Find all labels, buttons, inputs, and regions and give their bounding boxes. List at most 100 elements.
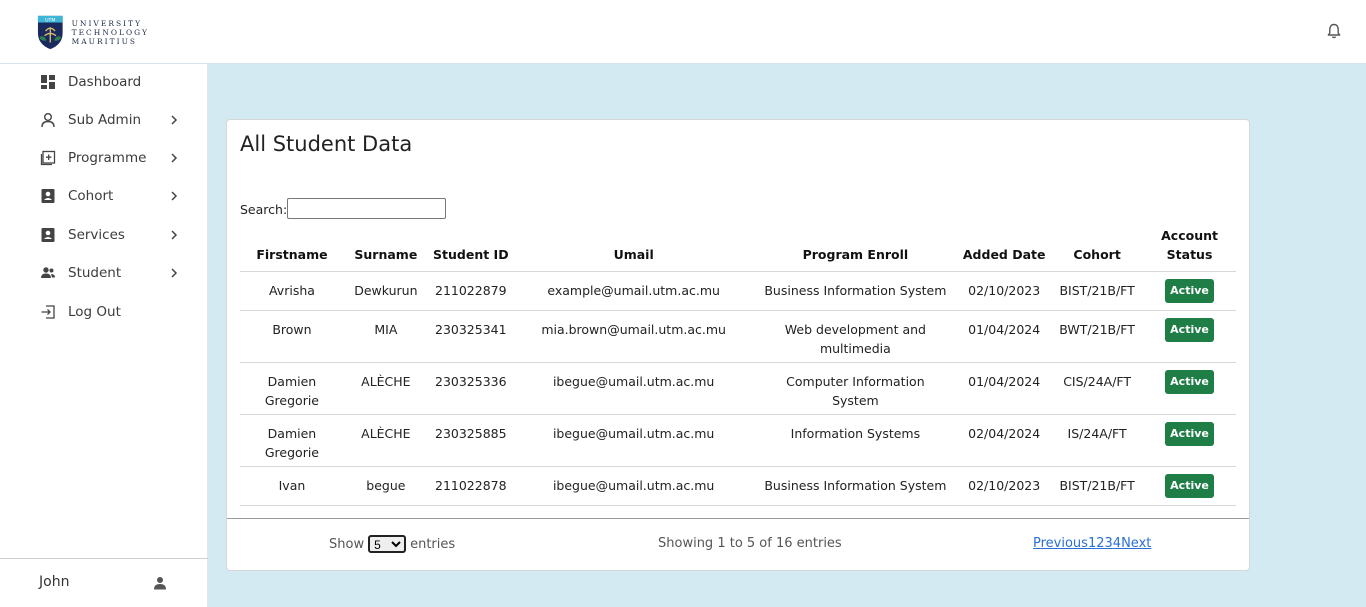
- id-badge-icon: [41, 228, 55, 242]
- cell-status: Active: [1143, 362, 1236, 415]
- cell-cohort: BIST/21B/FT: [1051, 466, 1144, 506]
- sidebar-item-services[interactable]: Services: [0, 220, 208, 250]
- search-input[interactable]: [287, 198, 446, 219]
- dashboard-icon: [41, 75, 55, 89]
- cell-status: Active: [1143, 310, 1236, 363]
- cell-status: Active: [1143, 414, 1236, 467]
- student-data-card: All Student Data Search: Firstname Surna…: [226, 119, 1250, 571]
- main-content: All Student Data Search: Firstname Surna…: [208, 64, 1366, 607]
- cell-cohort: CIS/24A/FT: [1051, 362, 1144, 415]
- cell-surname: ALÈCHE: [343, 414, 428, 467]
- status-active-button[interactable]: Active: [1165, 474, 1215, 498]
- table-row: Brown MIA 230325341 mia.brown@umail.utm.…: [240, 310, 1236, 363]
- column-header[interactable]: Added Date: [957, 226, 1052, 272]
- column-header[interactable]: Program Enroll: [753, 226, 958, 272]
- cell-student-id: 211022879: [427, 271, 514, 311]
- university-logo[interactable]: UTM UNIVERSITY TECHNOLOGY MAURITIUS: [37, 12, 149, 52]
- user-avatar-icon[interactable]: [153, 576, 167, 590]
- status-active-button[interactable]: Active: [1165, 318, 1215, 342]
- sidebar-item-label: Cohort: [68, 188, 114, 204]
- entries-select[interactable]: 5: [368, 535, 407, 553]
- cell-firstname: Ivan: [240, 466, 344, 506]
- shield-badge: UTM: [45, 18, 55, 24]
- column-header[interactable]: Firstname: [240, 226, 344, 272]
- cell-program: Computer Information System: [753, 362, 958, 415]
- cell-umail: ibegue@umail.utm.ac.mu: [513, 362, 754, 415]
- sidebar-user-panel: John: [0, 558, 208, 607]
- cell-status: Active: [1143, 271, 1236, 311]
- chevron-right-icon: [171, 191, 178, 201]
- cell-umail: ibegue@umail.utm.ac.mu: [513, 466, 754, 506]
- user-name: John: [39, 574, 70, 590]
- cell-added-date: 02/10/2023: [957, 466, 1052, 506]
- cell-program: Information Systems: [753, 414, 958, 467]
- sidebar-item-label: Log Out: [68, 304, 121, 320]
- sidebar-item-logout[interactable]: Log Out: [0, 297, 208, 327]
- sidebar-item-sub-admin[interactable]: Sub Admin: [0, 105, 208, 135]
- sidebar-item-programme[interactable]: Programme: [0, 143, 208, 173]
- cell-added-date: 01/04/2024: [957, 310, 1052, 363]
- sidebar-item-label: Services: [68, 227, 125, 243]
- pagination: Previous1234Next: [1033, 536, 1151, 551]
- cell-cohort: IS/24A/FT: [1051, 414, 1144, 467]
- entries-control: Show 5 entries: [329, 535, 455, 553]
- cell-student-id: 230325336: [427, 362, 514, 415]
- sidebar-item-label: Student: [68, 265, 122, 281]
- cell-firstname: Damien Gregorie: [240, 362, 344, 415]
- logo-text: UNIVERSITY TECHNOLOGY MAURITIUS: [72, 19, 149, 46]
- column-header[interactable]: Umail: [513, 226, 754, 272]
- pagination-page[interactable]: 4: [1113, 536, 1121, 551]
- sidebar-item-cohort[interactable]: Cohort: [0, 181, 208, 211]
- table-footer: Show 5 entries Showing 1 to 5 of 16 entr…: [227, 518, 1249, 570]
- shield-logo-icon: UTM: [37, 15, 63, 50]
- status-active-button[interactable]: Active: [1165, 279, 1215, 303]
- cell-firstname: Avrisha: [240, 271, 344, 311]
- chevron-right-icon: [171, 230, 178, 240]
- status-active-button[interactable]: Active: [1165, 370, 1215, 394]
- sidebar: Dashboard Sub Admin Programme Cohort Ser…: [0, 64, 208, 607]
- column-header[interactable]: Cohort: [1051, 226, 1144, 272]
- pagination-next[interactable]: Next: [1121, 536, 1151, 551]
- cell-umail: mia.brown@umail.utm.ac.mu: [513, 310, 754, 363]
- table-header-row: Firstname Surname Student ID Umail Progr…: [240, 226, 1236, 272]
- pagination-page[interactable]: 1: [1088, 536, 1096, 551]
- table-row: Avrisha Dewkurun 211022879 example@umail…: [240, 271, 1236, 311]
- cell-added-date: 02/10/2023: [957, 271, 1052, 311]
- column-header[interactable]: Student ID: [427, 226, 514, 272]
- cell-student-id: 211022878: [427, 466, 514, 506]
- show-label: Show: [329, 536, 365, 552]
- pagination-previous[interactable]: Previous: [1033, 536, 1088, 551]
- logout-icon: [41, 305, 55, 319]
- pagination-page[interactable]: 3: [1105, 536, 1113, 551]
- cell-firstname: Brown: [240, 310, 344, 363]
- sidebar-item-label: Sub Admin: [68, 112, 142, 128]
- logo-line: MAURITIUS: [71, 36, 138, 46]
- cell-surname: MIA: [343, 310, 428, 363]
- sidebar-item-label: Programme: [68, 150, 147, 166]
- pagination-page[interactable]: 2: [1096, 536, 1104, 551]
- table-row: Damien Gregorie ALÈCHE 230325885 ibegue@…: [240, 414, 1236, 467]
- cell-status: Active: [1143, 466, 1236, 506]
- cell-cohort: BWT/21B/FT: [1051, 310, 1144, 363]
- cell-student-id: 230325341: [427, 310, 514, 363]
- sidebar-item-student[interactable]: Student: [0, 258, 208, 288]
- cell-student-id: 230325885: [427, 414, 514, 467]
- id-badge-icon: [41, 189, 55, 203]
- bell-icon[interactable]: [1325, 22, 1343, 40]
- top-bar: UTM UNIVERSITY TECHNOLOGY MAURITIUS: [0, 0, 1366, 64]
- table-row: Ivan begue 211022878 ibegue@umail.utm.ac…: [240, 466, 1236, 506]
- student-table: Firstname Surname Student ID Umail Progr…: [240, 226, 1236, 506]
- chevron-right-icon: [171, 268, 178, 278]
- column-header[interactable]: Surname: [343, 226, 428, 272]
- chevron-right-icon: [171, 115, 178, 125]
- plus-square-icon: [40, 150, 56, 166]
- status-active-button[interactable]: Active: [1165, 422, 1215, 446]
- column-header[interactable]: Account Status: [1143, 226, 1236, 272]
- cell-added-date: 01/04/2024: [957, 362, 1052, 415]
- table-info: Showing 1 to 5 of 16 entries: [658, 536, 842, 551]
- sidebar-item-dashboard[interactable]: Dashboard: [0, 67, 208, 97]
- cell-firstname: Damien Gregorie: [240, 414, 344, 467]
- sidebar-item-label: Dashboard: [68, 74, 142, 90]
- cell-surname: ALÈCHE: [343, 362, 428, 415]
- cell-umail: ibegue@umail.utm.ac.mu: [513, 414, 754, 467]
